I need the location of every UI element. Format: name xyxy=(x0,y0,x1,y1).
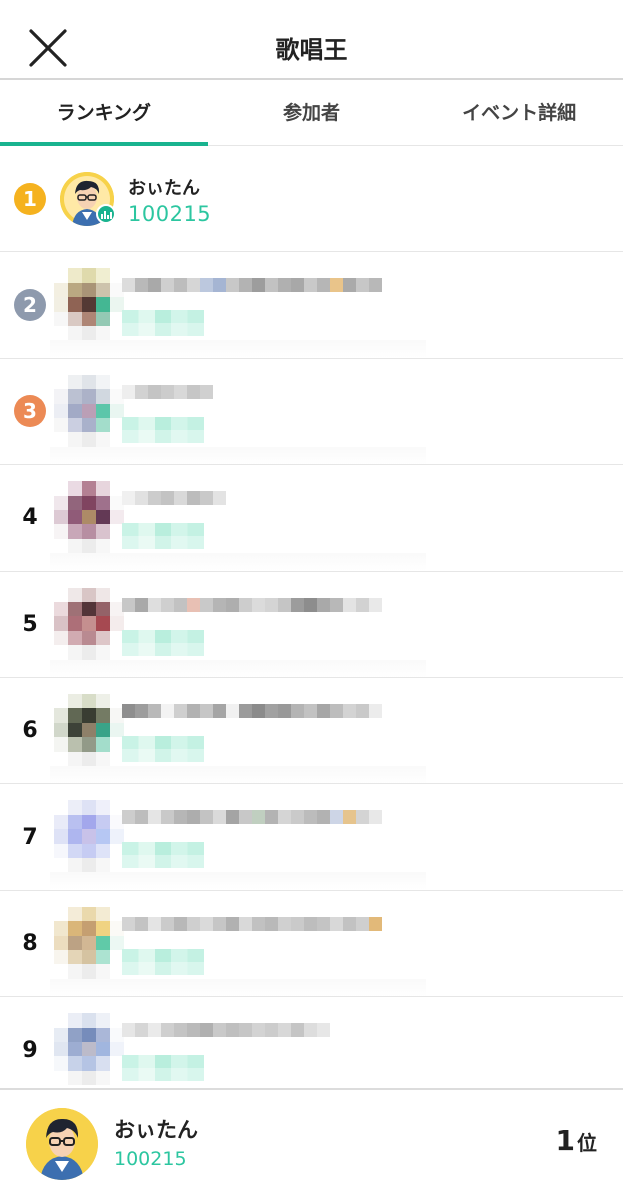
my-rank-bar[interactable]: おぃたん 100215 1 位 xyxy=(0,1088,623,1200)
user-name-blurred xyxy=(122,703,382,718)
tab-bar: ランキング 参加者 イベント詳細 xyxy=(0,82,623,146)
row-shadow xyxy=(50,659,426,678)
ranking-row[interactable]: 1 おぃたん 100215 xyxy=(0,146,623,253)
user-name-blurred xyxy=(122,278,382,293)
stats-badge-icon xyxy=(96,204,116,224)
row-shadow xyxy=(50,553,426,572)
silver-medal-icon: 2 xyxy=(14,289,46,322)
avatar-blurred[interactable] xyxy=(54,374,124,447)
user-score-blurred xyxy=(122,523,204,550)
row-shadow xyxy=(50,872,426,891)
rank-number: 4 xyxy=(22,505,38,531)
user-name-blurred xyxy=(122,810,382,825)
bronze-medal-icon: 3 xyxy=(14,395,46,428)
tab-event-details[interactable]: イベント詳細 xyxy=(415,82,623,145)
tab-ranking[interactable]: ランキング xyxy=(0,82,208,146)
avatar-blurred[interactable] xyxy=(54,800,124,873)
avatar-blurred[interactable] xyxy=(54,481,124,554)
user-name-blurred xyxy=(122,384,213,399)
ranking-list: 1 おぃたん 100215 2 3 4 5 6 7 8 9 xyxy=(0,146,623,1104)
ranking-row[interactable]: 8 xyxy=(0,891,623,998)
rank-cell: 3 xyxy=(12,359,48,464)
user-score-blurred xyxy=(122,948,204,975)
top-bar: 歌唱王 xyxy=(0,0,623,80)
row-shadow xyxy=(50,340,426,359)
ranking-row[interactable]: 6 xyxy=(0,678,623,785)
my-score: 100215 xyxy=(114,1148,187,1170)
avatar-blurred[interactable] xyxy=(54,268,124,341)
my-rank: 1 位 xyxy=(556,1124,597,1157)
ranking-row[interactable]: 3 xyxy=(0,359,623,466)
ranking-row[interactable]: 7 xyxy=(0,784,623,891)
user-name-blurred xyxy=(122,491,226,506)
rank-cell: 1 xyxy=(12,146,48,251)
rank-number: 8 xyxy=(22,930,38,956)
rank-cell: 2 xyxy=(12,252,48,357)
avatar-blurred[interactable] xyxy=(54,906,124,979)
user-score-blurred xyxy=(122,310,204,337)
avatar-blurred[interactable] xyxy=(54,587,124,660)
row-shadow xyxy=(50,978,426,997)
user-name-blurred xyxy=(122,597,382,612)
user-score-blurred xyxy=(122,629,204,656)
avatar[interactable] xyxy=(60,172,116,226)
my-name: おぃたん xyxy=(114,1118,198,1142)
user-score-blurred xyxy=(122,842,204,869)
avatar-image xyxy=(26,1108,98,1180)
avatar-blurred[interactable] xyxy=(54,693,124,766)
ranking-row[interactable]: 2 xyxy=(0,252,623,359)
my-rank-unit: 位 xyxy=(577,1131,597,1155)
my-rank-number: 1 xyxy=(555,1124,575,1157)
ranking-row[interactable]: 5 xyxy=(0,572,623,678)
row-shadow xyxy=(50,765,426,784)
user-name: おぃたん xyxy=(128,178,200,199)
rank-number: 6 xyxy=(22,718,38,744)
user-name-blurred xyxy=(122,916,382,931)
user-score: 100215 xyxy=(128,202,212,226)
user-score-blurred xyxy=(122,1055,204,1082)
avatar[interactable] xyxy=(26,1108,98,1180)
avatar-blurred[interactable] xyxy=(54,1013,124,1086)
tab-participants[interactable]: 参加者 xyxy=(208,82,416,145)
gold-medal-icon: 1 xyxy=(14,182,46,215)
page-title: 歌唱王 xyxy=(275,36,348,64)
rank-number: 5 xyxy=(22,611,38,637)
user-score-blurred xyxy=(122,735,204,762)
user-name-blurred xyxy=(122,1023,330,1038)
rank-number: 7 xyxy=(22,824,38,850)
user-score-blurred xyxy=(122,416,204,443)
ranking-row[interactable]: 4 xyxy=(0,465,623,572)
row-shadow xyxy=(50,446,426,465)
